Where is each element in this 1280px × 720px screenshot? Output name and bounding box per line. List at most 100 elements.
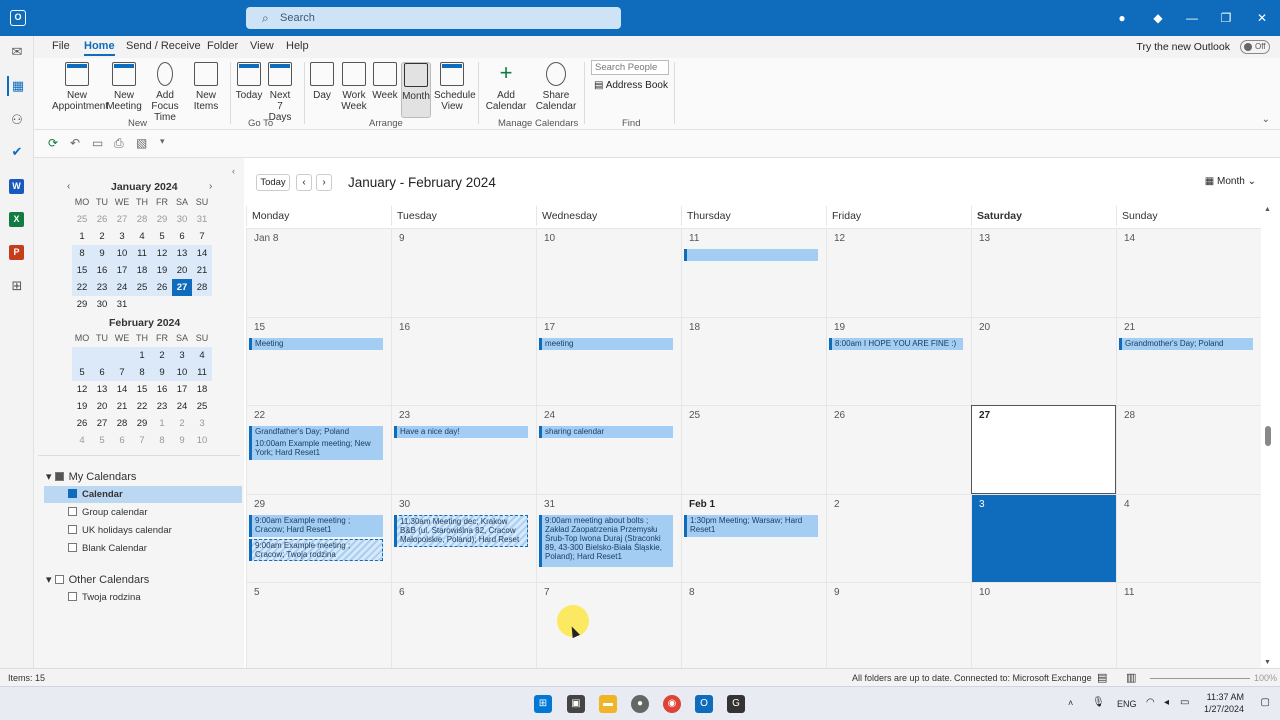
minical-day[interactable]: 31 [112, 296, 132, 313]
wifi-icon[interactable]: ◠ [1146, 697, 1155, 708]
minical-day[interactable]: 27 [172, 279, 192, 296]
work-week-view-button[interactable]: Work Week [340, 62, 368, 112]
day-cell[interactable]: 15 Meeting [246, 316, 391, 405]
month-view-button[interactable]: Month [401, 62, 431, 118]
calendar-event[interactable]: Grandfather's Day; Poland [249, 426, 383, 438]
minical-day[interactable]: 9 [152, 364, 172, 381]
scroll-thumb[interactable] [1265, 426, 1271, 446]
calendar-event[interactable]: Meeting [249, 337, 383, 350]
day-cell[interactable]: 4 [1116, 493, 1261, 582]
blank-calendar-checkbox[interactable] [68, 543, 77, 552]
day-cell[interactable]: 11 [1116, 582, 1261, 671]
language-indicator[interactable]: ENG [1117, 699, 1137, 709]
day-cell[interactable]: 29 9:00am Example meeting ; Cracow; Hard … [246, 493, 391, 582]
calendar-event[interactable] [684, 249, 818, 261]
minical-day[interactable]: 26 [152, 279, 172, 296]
day-cell[interactable]: 24 sharing calendar [536, 405, 681, 494]
day-cell[interactable]: 22 Grandfather's Day; Poland 10:00am Examp… [246, 405, 391, 494]
day-cell[interactable]: 31 9:00am meeting about bolts ; Zakład Za… [536, 493, 681, 582]
tab-folder[interactable]: Folder [207, 40, 238, 52]
folder-group-calendar[interactable]: Group calendar [68, 507, 147, 518]
minical-day[interactable]: 23 [92, 279, 112, 296]
minical-day[interactable]: 1 [152, 415, 172, 432]
task-view-icon[interactable]: ▣ [567, 695, 585, 713]
minical-day[interactable]: 28 [112, 415, 132, 432]
my-calendars-header[interactable]: ▾ My Calendars [46, 470, 136, 483]
file-explorer-icon[interactable]: ▬ [599, 695, 617, 713]
battery-icon[interactable]: ▭ [1180, 697, 1189, 708]
tab-home[interactable]: Home [84, 40, 115, 56]
next-7-days-button[interactable]: Next 7 Days [266, 62, 294, 123]
minical-day[interactable]: 15 [72, 262, 92, 279]
calendar-event[interactable]: 1:30pm Meeting; Warsaw; Hard Reset1 [684, 514, 818, 537]
minical-day[interactable]: 19 [72, 398, 92, 415]
folder-view-icon[interactable]: ▭ [92, 136, 103, 150]
day-cell[interactable]: 28 [1116, 405, 1261, 494]
minical-day[interactable]: 8 [72, 245, 92, 262]
minical-day[interactable]: 19 [152, 262, 172, 279]
day-cell[interactable]: 11 [681, 228, 826, 317]
calendar-event[interactable]: 10:00am Example meeting; New York; Hard … [249, 438, 383, 460]
minical-day[interactable]: 12 [152, 245, 172, 262]
week-view-button[interactable]: Week [372, 62, 398, 101]
tray-chevron-icon[interactable]: ˄ [1068, 698, 1073, 708]
minical-day[interactable]: 21 [192, 262, 212, 279]
apps-grid-icon[interactable]: ⊞ [7, 276, 27, 296]
folder-uk-holidays[interactable]: UK holidays calendar [68, 525, 172, 536]
minical-day[interactable]: 25 [132, 279, 152, 296]
add-calendar-button[interactable]: + Add Calendar [484, 62, 528, 113]
minical-day[interactable]: 27 [112, 211, 132, 228]
minical-day[interactable]: 18 [192, 381, 212, 398]
tab-file[interactable]: File [52, 40, 70, 52]
quick-steps-icon[interactable]: ▧ [136, 136, 147, 150]
minical-day[interactable]: 27 [92, 415, 112, 432]
zoom-slider[interactable] [1150, 678, 1250, 679]
collapse-pane-icon[interactable]: ‹ [232, 166, 235, 176]
folder-calendar[interactable]: Calendar [68, 489, 123, 500]
minical-day[interactable]: 10 [112, 245, 132, 262]
clock[interactable]: 11:37 AM 1/27/2024 [1204, 691, 1244, 715]
folder-blank-calendar[interactable]: Blank Calendar [68, 543, 147, 554]
minical-day[interactable]: 7 [192, 228, 212, 245]
calendar-event[interactable]: sharing calendar [539, 426, 673, 438]
search-people-input[interactable]: Search People [591, 60, 669, 75]
day-cell[interactable]: 9 [826, 582, 971, 671]
day-cell[interactable]: 5 [246, 582, 391, 671]
group-calendar-checkbox[interactable] [68, 507, 77, 516]
app-g-icon[interactable]: G [727, 695, 745, 713]
customize-dropdown-icon[interactable]: ▾ [160, 136, 165, 147]
minical-day[interactable]: 7 [112, 364, 132, 381]
print-icon[interactable]: ⎙ [114, 136, 124, 151]
ribbon-collapse-icon[interactable]: ⌄ [1262, 114, 1270, 125]
minical-day[interactable]: 2 [172, 415, 192, 432]
minical-day[interactable]: 17 [112, 262, 132, 279]
windows-start-icon[interactable]: ⊞ [534, 695, 552, 713]
minical-day[interactable]: 10 [172, 364, 192, 381]
chrome-icon[interactable]: ◉ [663, 695, 681, 713]
word-icon[interactable]: W [9, 179, 24, 194]
day-cell[interactable]: 21 Grandmother's Day; Poland [1116, 316, 1261, 405]
day-cell[interactable]: 26 [826, 405, 971, 494]
day-cell[interactable]: 12 [826, 228, 971, 317]
my-calendars-checkbox[interactable] [54, 472, 64, 481]
undo-icon[interactable]: ↶ [70, 136, 80, 150]
minical-day[interactable]: 28 [192, 279, 212, 296]
minical-day[interactable]: 10 [192, 432, 212, 449]
minical-day[interactable]: 11 [192, 364, 212, 381]
minical-day[interactable]: 3 [112, 228, 132, 245]
send-receive-icon[interactable]: ⟳ [48, 136, 58, 150]
uk-holidays-checkbox[interactable] [68, 525, 77, 534]
day-cell[interactable]: 18 [681, 316, 826, 405]
minical-day[interactable]: 29 [132, 415, 152, 432]
minical-day[interactable]: 26 [72, 415, 92, 432]
minical-day[interactable]: 18 [132, 262, 152, 279]
minical-day[interactable]: 3 [172, 347, 192, 364]
minical-day[interactable]: 20 [92, 398, 112, 415]
new-outlook-toggle[interactable]: Off [1240, 40, 1270, 54]
minical-day[interactable]: 24 [112, 279, 132, 296]
minical-day[interactable]: 20 [172, 262, 192, 279]
minical-day[interactable]: 17 [172, 381, 192, 398]
calendar-event[interactable]: Have a nice day! [394, 426, 528, 438]
minical-day[interactable]: 31 [192, 211, 212, 228]
restore-icon[interactable]: ❐ [1208, 0, 1244, 36]
